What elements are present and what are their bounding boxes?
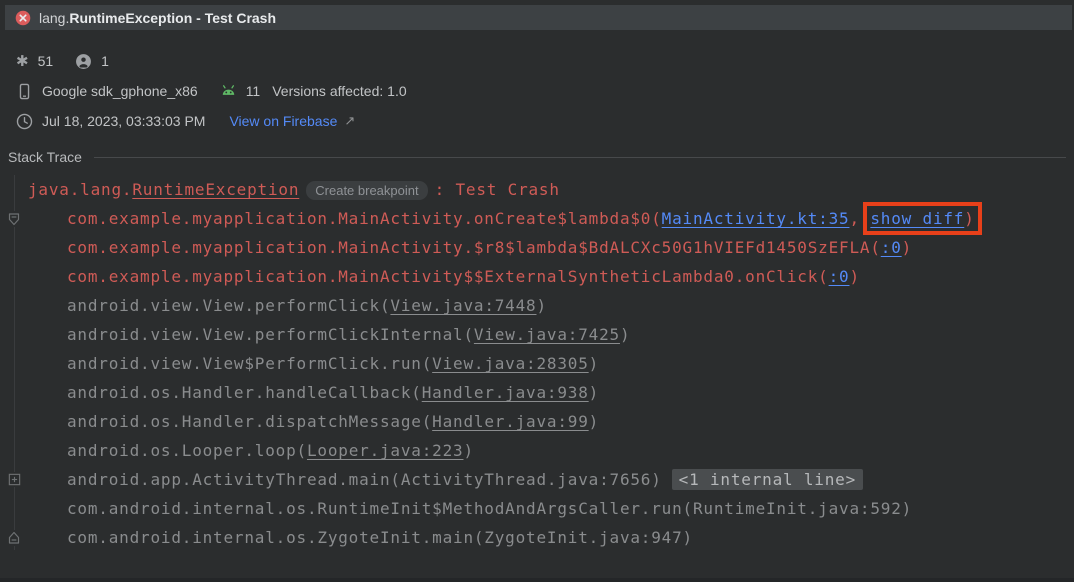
stack-frame-text: android.os.Handler.dispatchMessage(Handl…: [67, 412, 599, 431]
stack-frame-text: com.example.myapplication.MainActivity.$…: [67, 238, 912, 257]
stack-text: android.view.View.performClickInternal(: [67, 325, 474, 344]
counts-row: ✱ 51 1: [16, 46, 1074, 76]
stack-text: com.example.myapplication.MainActivity$$…: [67, 267, 829, 286]
gutter: [0, 211, 28, 227]
clock-icon: [16, 113, 33, 130]
stack-frame-text: android.os.Looper.loop(Looper.java:223): [67, 441, 474, 460]
crash-title: lang.RuntimeException - Test Crash: [39, 10, 276, 26]
stack-frame-text: com.android.internal.os.ZygoteInit.main(…: [67, 528, 693, 547]
crash-timestamp: Jul 18, 2023, 03:33:03 PM: [42, 113, 205, 129]
file-link[interactable]: :0: [881, 238, 902, 257]
show-diff-link[interactable]: show diff: [870, 209, 964, 228]
crash-title-bar: lang.RuntimeException - Test Crash: [5, 5, 1072, 30]
stack-frame-text: java.lang.RuntimeException Create breakpo…: [28, 180, 560, 199]
stack-trace-label: Stack Trace: [8, 149, 82, 165]
users-count: 1: [101, 53, 109, 69]
versions-affected: Versions affected: 1.0: [272, 83, 406, 99]
user-icon: [75, 53, 92, 70]
stack-text: com.android.internal.os.RuntimeInit$Meth…: [67, 499, 912, 518]
timestamp-row: Jul 18, 2023, 03:33:03 PM View on Fireba…: [16, 106, 1074, 136]
file-link[interactable]: View.java:7425: [474, 325, 620, 344]
stack-text: com.example.myapplication.MainActivity.o…: [67, 209, 662, 228]
stack-text: ): [902, 238, 912, 257]
stack-text: com.example.myapplication.MainActivity.$…: [67, 238, 881, 257]
stack-text: android.app.ActivityThread.main(Activity…: [67, 470, 662, 489]
file-link[interactable]: Handler.java:99: [432, 412, 589, 431]
gutter: [0, 472, 28, 487]
stack-text: ): [589, 383, 599, 402]
stack-frame-text: android.view.View$PerformClick.run(View.…: [67, 354, 599, 373]
crash-detail-panel: lang.RuntimeException - Test Crash ✱ 51 …: [0, 0, 1074, 582]
exception-class-link[interactable]: RuntimeException: [132, 180, 299, 199]
create-breakpoint-chip[interactable]: Create breakpoint: [306, 181, 427, 200]
gutter: [0, 530, 28, 546]
stack-text: ): [536, 296, 546, 315]
stack-frame-text: android.os.Handler.handleCallback(Handle…: [67, 383, 599, 402]
stack-text: android.view.View$PerformClick.run(: [67, 354, 432, 373]
stack-text: ): [964, 209, 974, 228]
stack-text: android.os.Handler.dispatchMessage(: [67, 412, 432, 431]
file-link[interactable]: Looper.java:223: [307, 441, 464, 460]
stack-frame-line: com.example.myapplication.MainActivity.$…: [0, 233, 1074, 262]
stack-text: : Test Crash: [435, 180, 560, 199]
stack-frame-line: android.app.ActivityThread.main(Activity…: [0, 465, 1074, 494]
events-burst-icon: ✱: [16, 54, 29, 69]
stack-trace-section-header: Stack Trace: [8, 149, 1066, 165]
stack-text: ): [463, 441, 473, 460]
phone-icon: [16, 83, 33, 100]
device-row: Google sdk_gphone_x86 11 Versions affect…: [16, 76, 1074, 106]
stack-trace-panel: java.lang.RuntimeException Create breakpo…: [0, 175, 1074, 552]
view-on-firebase-link[interactable]: View on Firebase: [229, 113, 337, 129]
stack-frame-line: com.android.internal.os.RuntimeInit$Meth…: [0, 494, 1074, 523]
stack-text: ): [589, 354, 599, 373]
file-link[interactable]: View.java:7448: [390, 296, 536, 315]
internal-lines-badge[interactable]: <1 internal line>: [672, 469, 863, 490]
stack-frame-line: com.example.myapplication.MainActivity.o…: [0, 204, 1074, 233]
stack-text: java.lang.: [28, 180, 132, 199]
stack-frame-line: android.view.View$PerformClick.run(View.…: [0, 349, 1074, 378]
stack-text: ,: [849, 209, 870, 228]
stack-text: ): [849, 267, 859, 286]
stack-frame-line: android.view.View.performClick(View.java…: [0, 291, 1074, 320]
stack-text: ): [620, 325, 630, 344]
crash-summary: ✱ 51 1 Google sdk_gphone_x86: [0, 30, 1074, 136]
stack-text: android.os.Handler.handleCallback(: [67, 383, 422, 402]
stack-frame-text: com.example.myapplication.MainActivity.o…: [67, 209, 975, 228]
stack-frame-text: android.app.ActivityThread.main(Activity…: [67, 470, 863, 489]
stack-frame-line: android.os.Handler.dispatchMessage(Handl…: [0, 407, 1074, 436]
stack-frame-line: com.android.internal.os.ZygoteInit.main(…: [0, 523, 1074, 552]
stack-frame-line: android.os.Looper.loop(Looper.java:223): [0, 436, 1074, 465]
section-divider: [94, 157, 1066, 158]
stack-frame-text: com.android.internal.os.RuntimeInit$Meth…: [67, 499, 912, 518]
stack-text: com.android.internal.os.ZygoteInit.main(…: [67, 528, 693, 547]
os-version: 11: [246, 83, 261, 99]
stack-frame-line: android.os.Handler.handleCallback(Handle…: [0, 378, 1074, 407]
stack-frame-text: android.view.View.performClick(View.java…: [67, 296, 547, 315]
stack-frame-text: android.view.View.performClickInternal(V…: [67, 325, 630, 344]
device-name: Google sdk_gphone_x86: [42, 83, 198, 99]
fold-end-icon[interactable]: [6, 530, 22, 546]
annotation-highlight-box: show diff): [870, 209, 974, 228]
stack-frame-text: com.example.myapplication.MainActivity$$…: [67, 267, 860, 286]
expand-icon[interactable]: [7, 472, 22, 487]
android-icon: [220, 83, 237, 100]
file-link[interactable]: MainActivity.kt:35: [662, 209, 850, 228]
stack-text: android.view.View.performClick(: [67, 296, 390, 315]
file-link[interactable]: :0: [829, 267, 850, 286]
stack-frame-line: java.lang.RuntimeException Create breakpo…: [0, 175, 1074, 204]
file-link[interactable]: View.java:28305: [432, 354, 589, 373]
file-link[interactable]: Handler.java:938: [422, 383, 589, 402]
stack-text: android.os.Looper.loop(: [67, 441, 307, 460]
fold-pin-icon[interactable]: [6, 211, 22, 227]
events-count: 51: [38, 53, 54, 69]
stack-frame-line: android.view.View.performClickInternal(V…: [0, 320, 1074, 349]
stack-text: ): [589, 412, 599, 431]
external-link-icon: ↗: [344, 113, 355, 129]
stack-frame-line: com.example.myapplication.MainActivity$$…: [0, 262, 1074, 291]
panel-bottom-edge: [0, 578, 1074, 582]
error-icon: [15, 10, 31, 26]
